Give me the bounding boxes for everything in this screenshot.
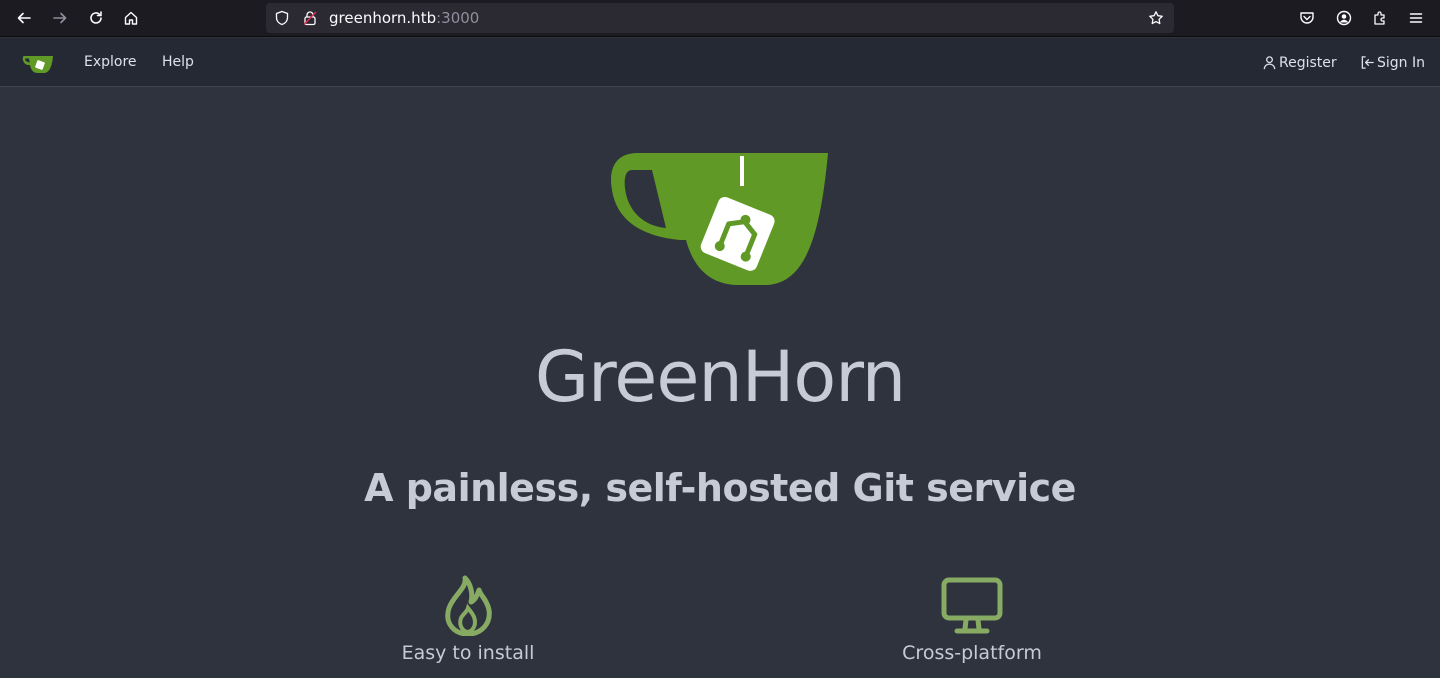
home-icon [124, 11, 138, 25]
sign-in-icon [1361, 56, 1374, 69]
site-navbar: Explore Help Register Sign In [0, 38, 1440, 87]
gitea-logo-icon[interactable] [22, 52, 54, 74]
gitea-teacup-logo-icon [611, 153, 828, 285]
back-button[interactable] [11, 5, 37, 31]
extensions-icon [1374, 11, 1385, 25]
monitor-icon [941, 577, 1003, 634]
register-link[interactable]: Register [1262, 38, 1337, 87]
signin-link[interactable]: Sign In [1360, 38, 1425, 87]
url-host: greenhorn.htb [329, 9, 437, 27]
nav-explore[interactable]: Explore [84, 38, 137, 87]
pocket-icon [1300, 12, 1314, 24]
nav-help[interactable]: Help [162, 38, 194, 87]
feature-cross-platform: Cross-platform [822, 574, 1122, 664]
forward-button[interactable] [47, 5, 73, 31]
feature-label: Easy to install [401, 642, 535, 664]
menu-icon [1409, 13, 1423, 23]
register-label: Register [1279, 54, 1337, 71]
signin-label: Sign In [1377, 54, 1425, 71]
extensions-button[interactable] [1367, 5, 1393, 31]
shield-icon[interactable] [274, 10, 290, 26]
site-tagline: A painless, self-hosted Git service [364, 466, 1076, 510]
account-icon [1336, 10, 1352, 26]
home-button[interactable] [118, 5, 144, 31]
site-title: GreenHorn [534, 336, 906, 418]
menu-button[interactable] [1403, 5, 1429, 31]
forward-icon [53, 12, 67, 24]
reload-icon [90, 11, 102, 24]
feature-easy-install: Easy to install [318, 574, 618, 664]
url-bar[interactable]: greenhorn.htb:3000 [266, 3, 1174, 33]
browser-toolbar: greenhorn.htb:3000 [0, 0, 1440, 37]
url-text[interactable]: greenhorn.htb:3000 [329, 3, 479, 33]
feature-label: Cross-platform [902, 642, 1042, 664]
person-icon [1263, 56, 1276, 70]
flame-icon [445, 575, 492, 636]
bookmark-star-icon[interactable] [1148, 10, 1164, 26]
back-icon [17, 12, 31, 24]
url-port: :3000 [436, 9, 480, 27]
account-button[interactable] [1331, 5, 1357, 31]
pocket-button[interactable] [1294, 5, 1320, 31]
lock-icon[interactable] [302, 10, 318, 26]
reload-button[interactable] [83, 5, 109, 31]
